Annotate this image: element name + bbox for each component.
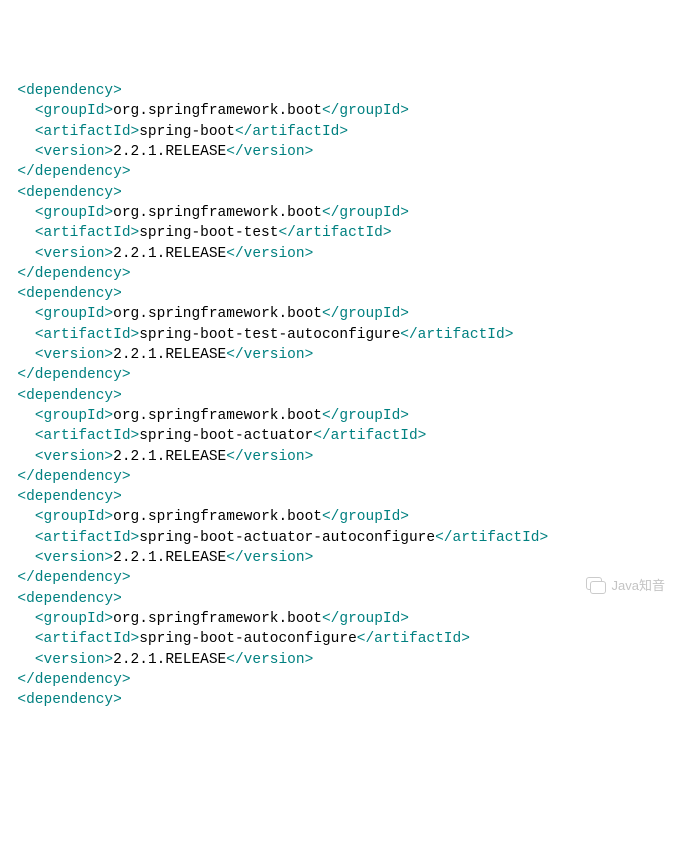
dependency-open: <dependency> [0, 183, 685, 203]
wechat-cards-icon [586, 577, 606, 594]
version-line: <version>2.2.1.RELEASE</version> [0, 447, 685, 467]
xml-code-block: <dependency> <groupId>org.springframewor… [0, 81, 685, 710]
version-line: <version>2.2.1.RELEASE</version> [0, 650, 685, 670]
group-id-line: <groupId>org.springframework.boot</group… [0, 507, 685, 527]
group-id-line: <groupId>org.springframework.boot</group… [0, 609, 685, 629]
dependency-close: </dependency> [0, 568, 685, 588]
group-id-line: <groupId>org.springframework.boot</group… [0, 406, 685, 426]
artifact-id-line: <artifactId>spring-boot-actuator</artifa… [0, 426, 685, 446]
artifact-id-line: <artifactId>spring-boot</artifactId> [0, 122, 685, 142]
artifact-id-line: <artifactId>spring-boot-test-autoconfigu… [0, 325, 685, 345]
watermark-text: Java知音 [612, 577, 665, 595]
dependency-close: </dependency> [0, 467, 685, 487]
dependency-open: <dependency> [0, 81, 685, 101]
dependency-open: <dependency> [0, 589, 685, 609]
dependency-close: </dependency> [0, 162, 685, 182]
group-id-line: <groupId>org.springframework.boot</group… [0, 203, 685, 223]
group-id-line: <groupId>org.springframework.boot</group… [0, 304, 685, 324]
version-line: <version>2.2.1.RELEASE</version> [0, 548, 685, 568]
artifact-id-line: <artifactId>spring-boot-autoconfigure</a… [0, 629, 685, 649]
group-id-line: <groupId>org.springframework.boot</group… [0, 101, 685, 121]
dependency-open: <dependency> [0, 386, 685, 406]
dependency-close: </dependency> [0, 365, 685, 385]
watermark: Java知音 [586, 577, 665, 595]
artifact-id-line: <artifactId>spring-boot-test</artifactId… [0, 223, 685, 243]
dependency-close: </dependency> [0, 670, 685, 690]
dependency-open: <dependency> [0, 487, 685, 507]
dependency-open: <dependency> [0, 284, 685, 304]
version-line: <version>2.2.1.RELEASE</version> [0, 244, 685, 264]
version-line: <version>2.2.1.RELEASE</version> [0, 142, 685, 162]
dependency-close: </dependency> [0, 264, 685, 284]
version-line: <version>2.2.1.RELEASE</version> [0, 345, 685, 365]
artifact-id-line: <artifactId>spring-boot-actuator-autocon… [0, 528, 685, 548]
dependency-open-truncated: <dependency> [0, 690, 685, 710]
